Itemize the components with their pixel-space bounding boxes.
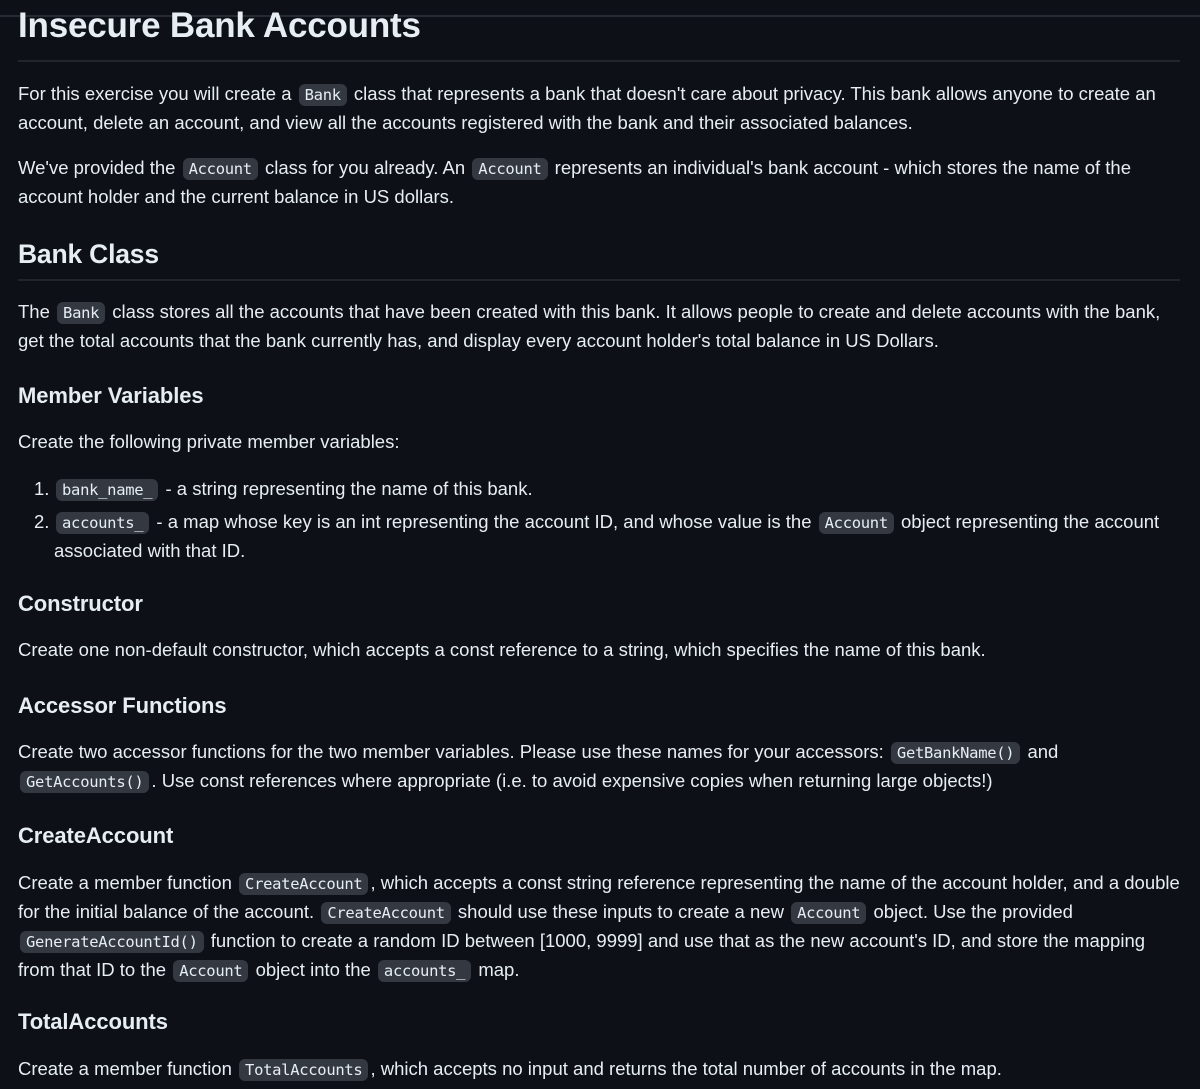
list-item: 2. accounts_ - a map whose key is an int … bbox=[34, 511, 1160, 561]
member-variables-list: 1. bank_name_ - a string representing the… bbox=[18, 475, 1180, 565]
inline-code: bank_name_ bbox=[56, 479, 159, 501]
section-divider bbox=[18, 279, 1180, 281]
subheading-accessor-functions: Accessor Functions bbox=[18, 693, 227, 718]
subheading-create-account: CreateAccount bbox=[18, 823, 174, 848]
inline-code: accounts_ bbox=[56, 512, 150, 534]
inline-code: CreateAccount bbox=[321, 902, 451, 924]
inline-code: accounts_ bbox=[377, 960, 472, 982]
bank-class-paragraph: The Bank class stores all the accounts t… bbox=[18, 301, 1161, 351]
title-divider bbox=[18, 60, 1180, 62]
intro-paragraph-1: For this exercise you will create a Bank… bbox=[18, 83, 1156, 133]
inline-code: Bank bbox=[57, 302, 106, 324]
inline-code: CreateAccount bbox=[239, 873, 369, 895]
inline-code: Account bbox=[173, 960, 249, 982]
subheading-member-variables: Member Variables bbox=[18, 383, 204, 408]
subheading-constructor: Constructor bbox=[18, 591, 143, 616]
inline-code: GetBankName() bbox=[890, 742, 1021, 764]
inline-code: GetAccounts() bbox=[20, 771, 150, 793]
inline-code: Account bbox=[182, 158, 258, 180]
create-account-paragraph: Create a member function CreateAccount, … bbox=[18, 872, 1180, 982]
constructor-paragraph: Create one non-default constructor, whic… bbox=[18, 639, 986, 660]
inline-code: Bank bbox=[298, 84, 347, 106]
inline-code: TotalAccounts bbox=[239, 1059, 369, 1081]
accessor-functions-paragraph: Create two accessor functions for the tw… bbox=[18, 741, 1059, 793]
member-variables-intro: Create the following private member vari… bbox=[18, 431, 400, 452]
intro-paragraph-2: We've provided the Account class for you… bbox=[18, 157, 1131, 207]
list-item: 1. bank_name_ - a string representing the… bbox=[34, 478, 533, 501]
inline-code: Account bbox=[472, 158, 548, 180]
inline-code: GenerateAccountId() bbox=[20, 931, 204, 953]
inline-code: Account bbox=[791, 902, 867, 924]
inline-code: Account bbox=[818, 512, 894, 534]
total-accounts-paragraph: Create a member function TotalAccounts, … bbox=[18, 1058, 1002, 1081]
page-title: Insecure Bank Accounts bbox=[18, 6, 421, 45]
subheading-total-accounts: TotalAccounts bbox=[18, 1009, 168, 1034]
section-heading-bank-class: Bank Class bbox=[18, 239, 159, 269]
